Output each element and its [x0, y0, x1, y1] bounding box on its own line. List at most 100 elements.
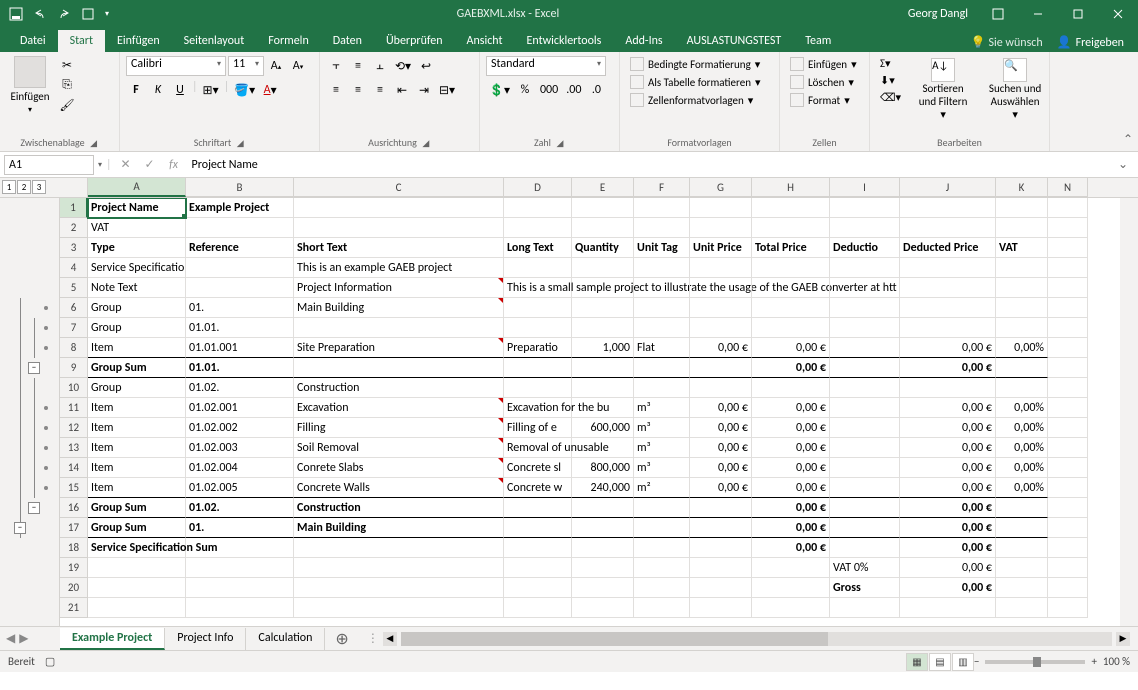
cell[interactable]: 0,00 €: [900, 398, 996, 418]
cell[interactable]: [996, 598, 1048, 618]
cell[interactable]: Project Information: [294, 278, 504, 298]
cell[interactable]: [1048, 458, 1088, 478]
cell[interactable]: [572, 498, 634, 518]
ribbon-tab-start[interactable]: Start: [58, 30, 105, 52]
align-bottom-icon[interactable]: ⫠: [370, 56, 390, 76]
cell[interactable]: [752, 218, 830, 238]
cell[interactable]: 0,00 €: [900, 498, 996, 518]
cell[interactable]: m³: [634, 458, 690, 478]
cell[interactable]: VAT: [996, 238, 1048, 258]
user-name[interactable]: Georg Dangl: [898, 7, 978, 21]
cell[interactable]: Group: [88, 318, 186, 338]
cell[interactable]: [634, 258, 690, 278]
cell[interactable]: Type: [88, 238, 186, 258]
cell[interactable]: [186, 278, 294, 298]
row-header-1[interactable]: 1: [60, 198, 88, 218]
qat-custom-icon[interactable]: [78, 4, 98, 24]
cell[interactable]: [830, 198, 900, 218]
cell[interactable]: Deducted Price: [900, 238, 996, 258]
cell[interactable]: [1048, 318, 1088, 338]
cell[interactable]: [996, 498, 1048, 518]
macro-record-icon[interactable]: ▢: [45, 655, 55, 668]
merge-icon[interactable]: ⊟▾: [436, 80, 458, 100]
cell[interactable]: [572, 398, 634, 418]
cell[interactable]: 0,00 €: [690, 478, 752, 498]
row-header-8[interactable]: 8: [60, 338, 88, 358]
cell[interactable]: [690, 278, 752, 298]
cell[interactable]: [690, 258, 752, 278]
font-launcher-icon[interactable]: ◢: [235, 138, 245, 148]
font-name-dropdown[interactable]: Calibri: [126, 56, 226, 76]
cell[interactable]: [900, 298, 996, 318]
cell[interactable]: [634, 578, 690, 598]
clipboard-launcher-icon[interactable]: ◢: [89, 138, 99, 148]
row-header-10[interactable]: 10: [60, 378, 88, 398]
cell[interactable]: [294, 538, 504, 558]
font-color-icon[interactable]: A▾: [260, 80, 280, 100]
cell[interactable]: [294, 198, 504, 218]
sheet-nav-next-icon[interactable]: ▶: [19, 631, 28, 646]
cell[interactable]: [996, 198, 1048, 218]
row-header-13[interactable]: 13: [60, 438, 88, 458]
cell[interactable]: [752, 598, 830, 618]
cell[interactable]: [1048, 218, 1088, 238]
sort-filter-button[interactable]: A↓ Sortieren und Filtern▾: [909, 56, 977, 123]
cell[interactable]: 0,00 €: [900, 558, 996, 578]
cell[interactable]: [572, 558, 634, 578]
cell[interactable]: [1048, 358, 1088, 378]
cell[interactable]: [900, 318, 996, 338]
format-cells-button[interactable]: Format▾: [786, 92, 854, 108]
cell[interactable]: Service Specification: [88, 258, 186, 278]
outline-toggle[interactable]: −: [14, 522, 26, 534]
outline-level-3[interactable]: 3: [32, 180, 46, 194]
cell[interactable]: m³: [634, 438, 690, 458]
cancel-formula-icon[interactable]: ✕: [116, 155, 136, 175]
cell[interactable]: 0,00 €: [752, 478, 830, 498]
cell[interactable]: 0,00 €: [752, 338, 830, 358]
cell[interactable]: 01.: [186, 298, 294, 318]
cell[interactable]: m²: [634, 478, 690, 498]
cell[interactable]: [572, 598, 634, 618]
cell[interactable]: [572, 318, 634, 338]
cell[interactable]: [900, 218, 996, 238]
cell[interactable]: [830, 358, 900, 378]
row-header-21[interactable]: 21: [60, 598, 88, 618]
save-icon[interactable]: [6, 4, 26, 24]
undo-icon[interactable]: [30, 4, 50, 24]
cell[interactable]: [634, 498, 690, 518]
cell[interactable]: 0,00%: [996, 478, 1048, 498]
cell[interactable]: 01.01.: [186, 318, 294, 338]
cell[interactable]: [1048, 538, 1088, 558]
indent-increase-icon[interactable]: ⇥: [414, 80, 434, 100]
cell[interactable]: [572, 578, 634, 598]
cell[interactable]: Note Text: [88, 278, 186, 298]
cell[interactable]: Item: [88, 458, 186, 478]
zoom-slider[interactable]: [985, 660, 1085, 664]
cell[interactable]: [1048, 198, 1088, 218]
wrap-text-icon[interactable]: ↩: [416, 56, 436, 76]
cell[interactable]: [830, 498, 900, 518]
sheet-tab-project-info[interactable]: Project Info: [165, 628, 246, 650]
cell[interactable]: [1048, 518, 1088, 538]
cell[interactable]: 0,00 €: [900, 338, 996, 358]
cell[interactable]: Concrete Walls: [294, 478, 504, 498]
cell[interactable]: 600,000: [572, 418, 634, 438]
cell[interactable]: VAT 0%: [830, 558, 900, 578]
cell[interactable]: [186, 578, 294, 598]
ribbon-tab-auslastungstest[interactable]: AUSLASTUNGSTEST: [675, 30, 794, 52]
cell[interactable]: 0,00%: [996, 398, 1048, 418]
cell[interactable]: [294, 578, 504, 598]
cell[interactable]: [294, 558, 504, 578]
cell[interactable]: [634, 198, 690, 218]
cell[interactable]: Site Preparation: [294, 338, 504, 358]
cell[interactable]: Item: [88, 478, 186, 498]
cell[interactable]: Quantity: [572, 238, 634, 258]
cell[interactable]: 01.02.001: [186, 398, 294, 418]
cell[interactable]: [1048, 378, 1088, 398]
cell[interactable]: Gross: [830, 578, 900, 598]
ribbon-tab-einfügen[interactable]: Einfügen: [105, 30, 172, 52]
cell[interactable]: Concrete w: [504, 478, 572, 498]
cell[interactable]: [572, 278, 634, 298]
cell[interactable]: [186, 258, 294, 278]
cell[interactable]: [504, 258, 572, 278]
